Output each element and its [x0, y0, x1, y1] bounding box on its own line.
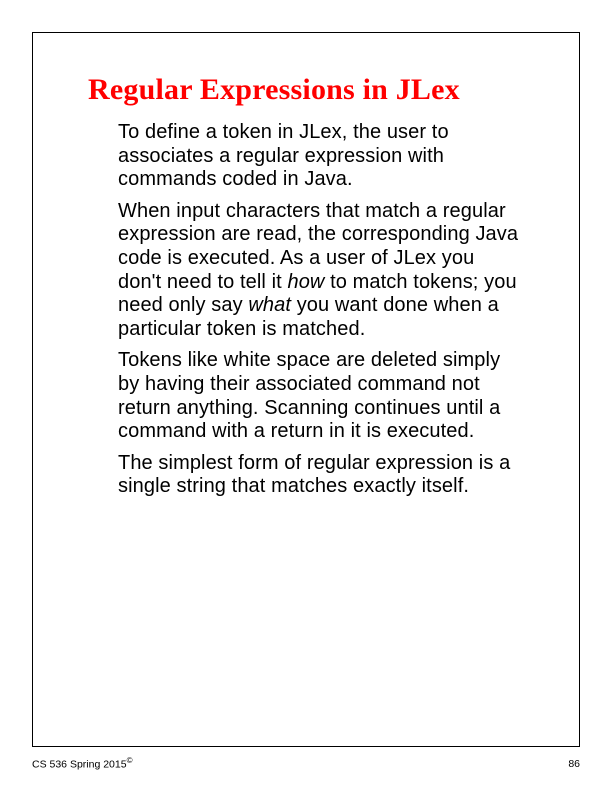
p2-what: what	[248, 294, 291, 316]
paragraph-4: The simplest form of regular expression …	[118, 452, 521, 499]
body-text: To define a token in JLex, the user to a…	[88, 121, 529, 499]
paragraph-2: When input characters that match a regul…	[118, 200, 521, 342]
paragraph-1: To define a token in JLex, the user to a…	[118, 121, 521, 192]
course-text: CS 536 Spring 2015	[32, 758, 127, 770]
footer-page-number: 86	[568, 758, 580, 770]
footer-course: CS 536 Spring 2015©	[32, 756, 132, 771]
p2-how: how	[287, 271, 324, 293]
copyright-mark: ©	[127, 756, 133, 765]
paragraph-3: Tokens like white space are deleted simp…	[118, 349, 521, 443]
slide-title: Regular Expressions in JLex	[88, 73, 529, 107]
slide-frame: Regular Expressions in JLex To define a …	[32, 32, 580, 747]
